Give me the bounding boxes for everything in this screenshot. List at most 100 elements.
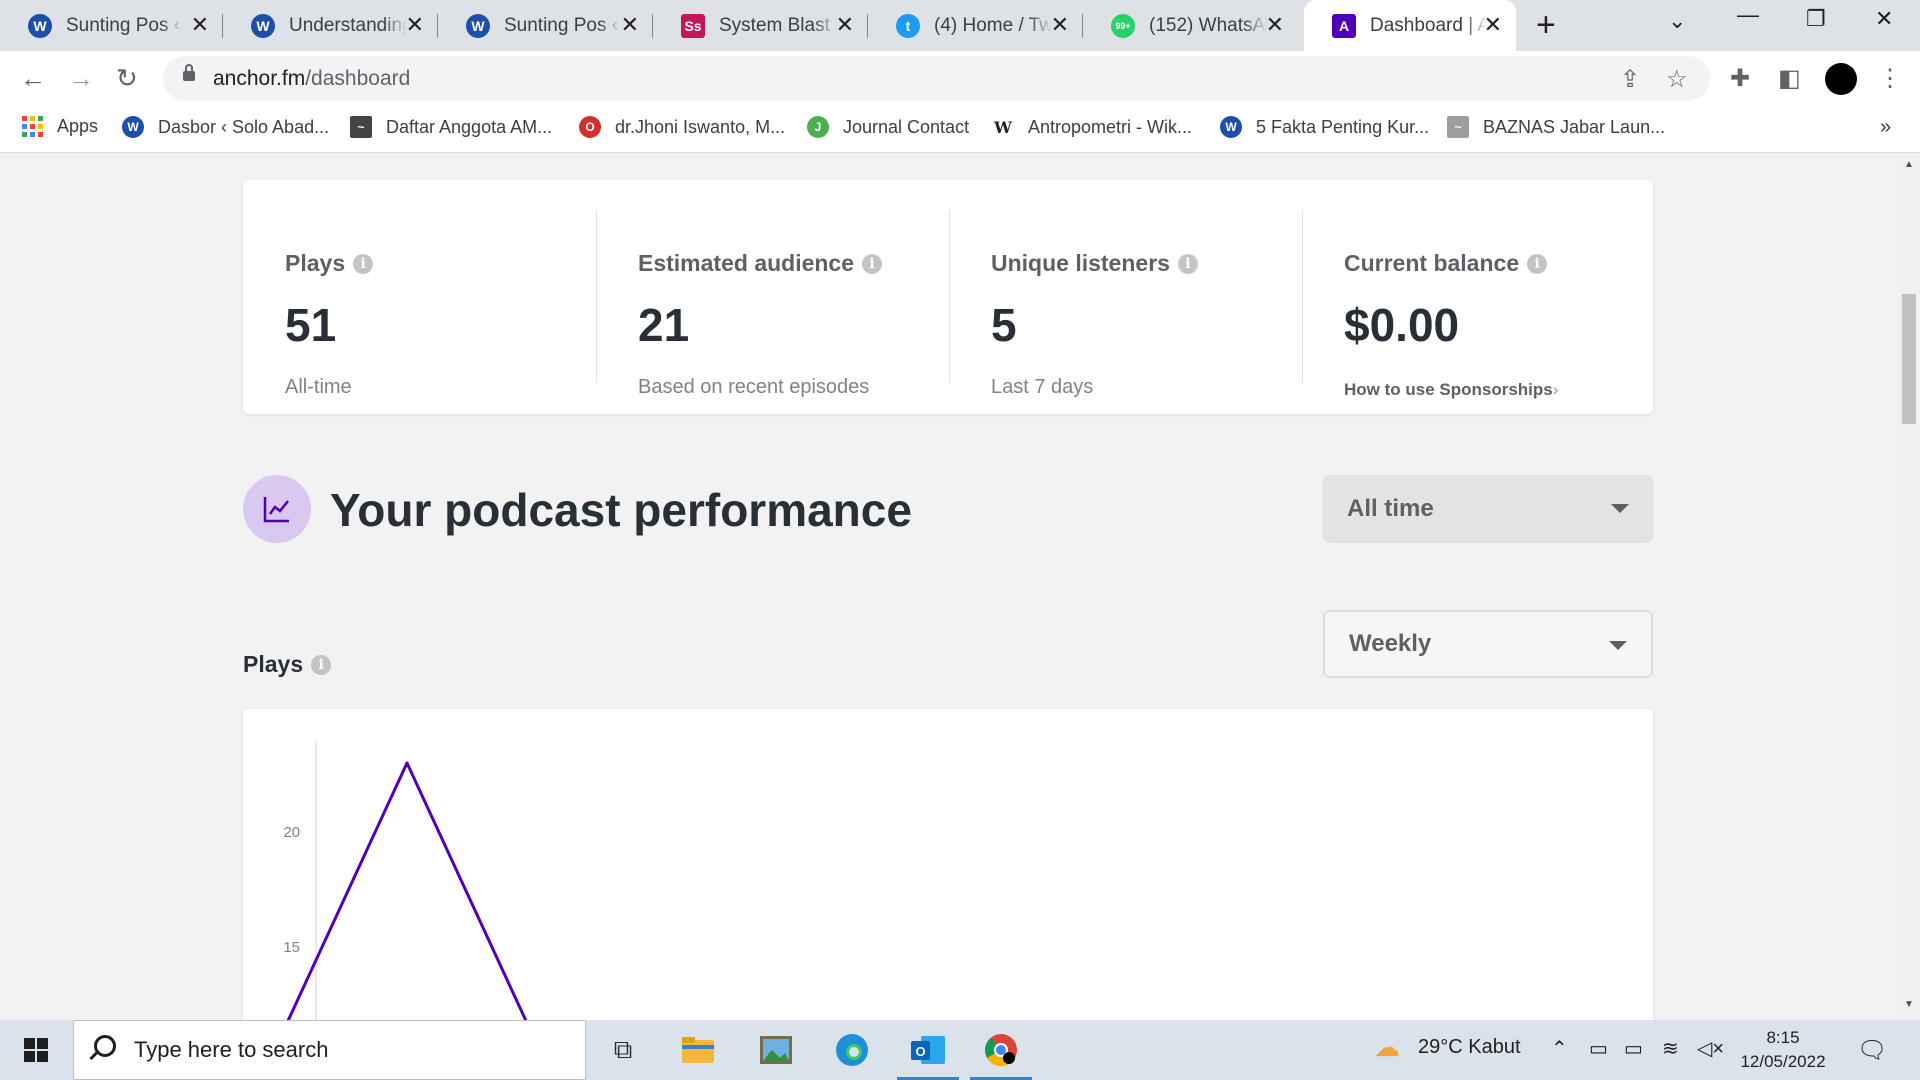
bookmark-label: Daftar Anggota AM... xyxy=(386,116,553,137)
share-icon[interactable]: ⇪ xyxy=(1620,65,1640,94)
wordpress-icon: W xyxy=(1220,116,1242,138)
restore-icon[interactable]: ❐ xyxy=(1806,6,1826,32)
weather-text[interactable]: 29°C Kabut xyxy=(1418,1036,1521,1059)
new-tab-button[interactable]: + xyxy=(1536,8,1556,42)
ss-icon: Ss xyxy=(681,13,705,38)
bookmark-item[interactable]: J Journal Contact xyxy=(807,116,969,138)
battery-icon[interactable]: ▭ xyxy=(1624,1036,1643,1061)
bookmark-item[interactable]: W 5 Fakta Penting Kur... xyxy=(1220,116,1429,138)
sponsorships-link-text: How to use Sponsorships xyxy=(1344,380,1553,399)
weather-icon[interactable]: ☁ xyxy=(1374,1032,1400,1063)
close-tab-icon[interactable]: ✕ xyxy=(621,13,639,37)
browser-tab[interactable]: Ss System Blast Email ✕ xyxy=(653,0,868,51)
info-icon[interactable]: i xyxy=(862,253,883,274)
windows-start-icon[interactable] xyxy=(24,1038,48,1062)
info-icon[interactable]: i xyxy=(1527,253,1548,274)
task-view-icon[interactable]: ⧉ xyxy=(600,1028,646,1072)
clock-date: 12/05/2022 xyxy=(1740,1052,1826,1071)
whatsapp-icon: 99+ xyxy=(1111,13,1135,38)
stat-label: Unique listeners i xyxy=(991,250,1198,277)
page-scrollbar[interactable]: ▲ ▼ xyxy=(1898,153,1920,1020)
address-bar[interactable]: anchor.fm/dashboard ⇪ ☆ xyxy=(163,56,1710,101)
close-tab-icon[interactable]: ✕ xyxy=(406,13,424,37)
bookmark-item[interactable]: ~ BAZNAS Jabar Laun... xyxy=(1447,116,1665,138)
caret-down-icon xyxy=(1609,641,1627,650)
browser-tab[interactable]: 99+ (152) WhatsApp ✕ xyxy=(1083,0,1298,51)
close-tab-icon[interactable]: ✕ xyxy=(1051,13,1069,37)
browser-tab[interactable]: W Sunting Pos ‹ Solo ✕ xyxy=(438,0,653,51)
caret-down-icon xyxy=(1611,504,1629,513)
bookmark-item[interactable]: ~ Daftar Anggota AM... xyxy=(350,116,552,138)
scrollbar-thumb[interactable] xyxy=(1902,294,1916,424)
chrome-icon[interactable] xyxy=(970,1028,1032,1080)
bookmark-apps[interactable]: Apps xyxy=(22,116,98,137)
search-icon xyxy=(94,1035,116,1057)
bookmark-item[interactable]: Odr.Jhoni Iswanto, M... xyxy=(579,116,785,138)
y-tick-label: 15 xyxy=(283,939,300,956)
edge-icon[interactable] xyxy=(829,1028,875,1072)
plays-data-point[interactable] xyxy=(405,761,409,765)
sponsorships-link[interactable]: How to use Sponsorships› xyxy=(1344,380,1558,400)
info-icon[interactable]: i xyxy=(1177,253,1198,274)
wikipedia-icon: W xyxy=(992,116,1014,138)
photos-icon[interactable] xyxy=(753,1028,799,1072)
scroll-down-icon[interactable]: ▼ xyxy=(1904,999,1914,1010)
plays-chart: 2015 xyxy=(283,741,528,1020)
bookmark-item[interactable]: W Antropometri - Wik... xyxy=(992,116,1192,138)
stat-label-text: Unique listeners xyxy=(991,250,1170,276)
menu-icon[interactable]: ⋮ xyxy=(1878,64,1902,93)
stat-value: 5 xyxy=(991,299,1017,351)
show-hidden-icons[interactable]: ⌃ xyxy=(1551,1036,1568,1061)
close-tab-icon[interactable]: ✕ xyxy=(1484,13,1502,37)
side-panel-icon[interactable]: ◧ xyxy=(1778,64,1801,93)
profile-avatar[interactable] xyxy=(1825,63,1857,95)
browser-tab-active[interactable]: A Dashboard | Anchor ✕ xyxy=(1304,0,1516,51)
stat-unique-listeners: Unique listeners i 5 Last 7 days xyxy=(949,180,1302,414)
stat-value: $0.00 xyxy=(1344,299,1460,351)
period-select[interactable]: Weekly xyxy=(1323,610,1653,678)
extensions-icon[interactable]: ✚ xyxy=(1730,64,1750,93)
meet-now-icon[interactable]: ▭ xyxy=(1589,1036,1608,1061)
forward-icon[interactable]: → xyxy=(68,63,94,93)
url-host: anchor.fm xyxy=(213,67,306,90)
wifi-icon[interactable]: ≋ xyxy=(1662,1036,1679,1061)
volume-muted-icon[interactable]: ◁× xyxy=(1697,1036,1724,1061)
plays-chart-label: Plays i xyxy=(243,651,332,678)
notifications-icon[interactable]: 🗨 xyxy=(1857,1036,1887,1065)
baznas-icon: ~ xyxy=(1447,116,1469,138)
taskbar-search[interactable]: Type here to search xyxy=(73,1020,586,1080)
back-icon[interactable]: ← xyxy=(20,63,46,93)
browser-tab[interactable]: t (4) Home / Twitter ✕ xyxy=(868,0,1083,51)
file-explorer-icon[interactable] xyxy=(675,1028,721,1072)
close-tab-icon[interactable]: ✕ xyxy=(191,13,209,37)
stat-label-text: Plays xyxy=(285,250,346,276)
close-tab-icon[interactable]: ✕ xyxy=(1266,13,1284,37)
stat-label: Plays i xyxy=(285,250,374,277)
range-select-value: All time xyxy=(1347,495,1434,522)
more-bookmarks-icon[interactable]: » xyxy=(1880,116,1891,139)
range-select[interactable]: All time xyxy=(1323,475,1653,543)
plays-chart-label-text: Plays xyxy=(243,651,304,677)
scroll-up-icon[interactable]: ▲ xyxy=(1904,159,1914,170)
outlook-icon[interactable]: O xyxy=(897,1028,959,1080)
browser-tab[interactable]: W Sunting Pos ‹ Solo ✕ xyxy=(0,0,223,51)
journal-icon: J xyxy=(807,116,829,138)
stat-plays: Plays i 51 All-time xyxy=(243,180,596,414)
minimize-icon[interactable]: — xyxy=(1737,2,1759,28)
bookmark-star-icon[interactable]: ☆ xyxy=(1666,65,1688,94)
info-icon[interactable]: i xyxy=(353,253,374,274)
reload-icon[interactable]: ↻ xyxy=(116,63,138,93)
info-icon[interactable]: i xyxy=(311,654,332,675)
browser-tab[interactable]: W Understanding ✕ xyxy=(223,0,438,51)
clock[interactable]: 8:15 12/05/2022 xyxy=(1736,1026,1830,1074)
divider xyxy=(596,210,597,383)
wordpress-icon: W xyxy=(122,116,144,138)
close-tab-icon[interactable]: ✕ xyxy=(836,13,854,37)
twitter-icon: t xyxy=(896,13,920,38)
bookmark-label: BAZNAS Jabar Laun... xyxy=(1483,116,1666,137)
tab-search-icon[interactable]: ⌄ xyxy=(1668,8,1686,34)
close-window-icon[interactable]: ✕ xyxy=(1875,6,1893,32)
bookmark-item[interactable]: W Dasbor ‹ Solo Abad... xyxy=(122,116,329,138)
bookmark-label: Journal Contact xyxy=(843,116,970,137)
stat-sub: All-time xyxy=(285,376,352,398)
